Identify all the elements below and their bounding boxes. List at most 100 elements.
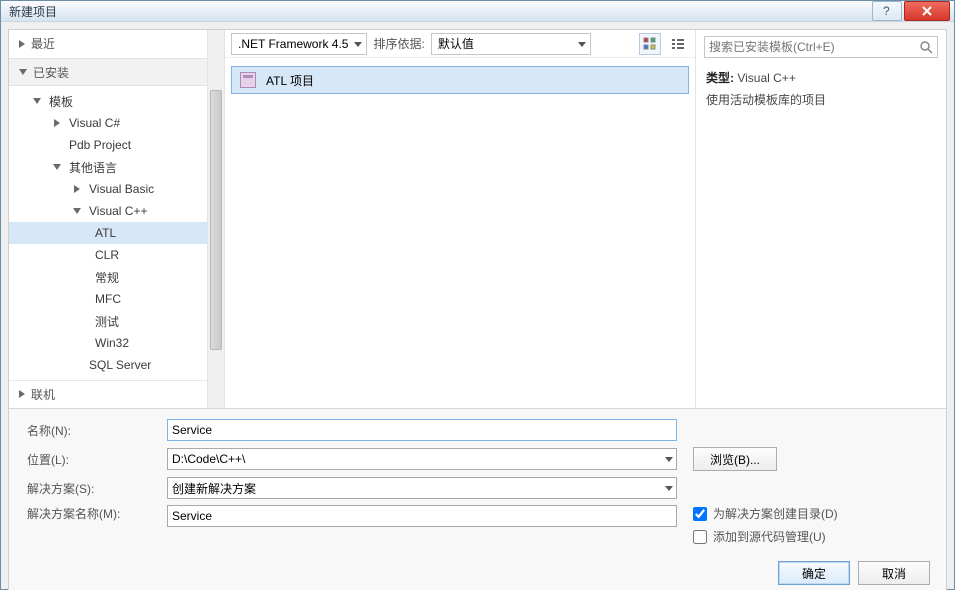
- chevron-right-icon: [54, 119, 60, 127]
- template-tree: 模板 Visual C# Pdb Project 其他语言: [9, 86, 207, 380]
- section-recent[interactable]: 最近: [9, 30, 224, 58]
- checkbox-label: 为解决方案创建目录(D): [713, 505, 838, 522]
- chevron-down-icon: [73, 208, 81, 214]
- grid-icon: [643, 37, 657, 51]
- svg-text:?: ?: [883, 5, 890, 17]
- section-label: 已安装: [33, 64, 69, 81]
- location-input[interactable]: D:\Code\C++\: [167, 448, 677, 470]
- tree-label: 常规: [95, 269, 119, 286]
- window-buttons: ?: [870, 1, 950, 21]
- list-icon: [671, 37, 685, 51]
- center-pane: .NET Framework 4.5 排序依据: 默认值: [225, 30, 696, 408]
- list-toolbar: .NET Framework 4.5 排序依据: 默认值: [225, 30, 695, 58]
- framework-label: .NET Framework 4.5: [238, 37, 348, 51]
- close-icon: [921, 5, 933, 17]
- tree-label: SQL Server: [89, 358, 151, 372]
- options-checks: 为解决方案创建目录(D) 添加到源代码管理(U): [693, 505, 838, 545]
- tree-node-general[interactable]: 常规: [9, 266, 207, 288]
- tree-label: CLR: [95, 248, 119, 262]
- scrollbar-thumb[interactable]: [210, 90, 222, 350]
- question-icon: ?: [881, 5, 893, 17]
- cancel-button[interactable]: 取消: [858, 561, 930, 585]
- upper-pane: 最近 已安装 模板 Visual C#: [9, 30, 946, 408]
- search-templates[interactable]: [704, 36, 938, 58]
- chevron-down-icon: [578, 37, 586, 51]
- checkbox-input[interactable]: [693, 530, 707, 544]
- tree-node-sqlserver[interactable]: SQL Server: [9, 354, 207, 376]
- tree-label: Visual C++: [89, 204, 147, 218]
- form-area: 名称(N): 位置(L): D:\Code\C++\ 浏览(B)... 解决方案…: [9, 408, 946, 590]
- section-online[interactable]: 联机: [9, 380, 224, 408]
- tree-label: 测试: [95, 313, 119, 330]
- view-list-button[interactable]: [667, 33, 689, 55]
- solution-value: 创建新解决方案: [172, 480, 256, 497]
- tree-label: Pdb Project: [69, 138, 131, 152]
- tree-label: 模板: [49, 93, 73, 110]
- tree-node-vcsharp[interactable]: Visual C#: [9, 112, 207, 134]
- tree-node-vb[interactable]: Visual Basic: [9, 178, 207, 200]
- view-thumbnails-button[interactable]: [639, 33, 661, 55]
- browse-button[interactable]: 浏览(B)...: [693, 447, 777, 471]
- chevron-down-icon: [665, 452, 673, 466]
- section-label: 联机: [31, 386, 55, 403]
- type-label: 类型:: [706, 71, 734, 85]
- checkbox-label: 添加到源代码管理(U): [713, 528, 826, 545]
- close-button[interactable]: [904, 1, 950, 21]
- sortby-dropdown[interactable]: 默认值: [431, 33, 591, 55]
- ok-button[interactable]: 确定: [778, 561, 850, 585]
- detail-pane: 类型: Visual C++ 使用活动模板库的项目: [696, 30, 946, 408]
- solution-dropdown[interactable]: 创建新解决方案: [167, 477, 677, 499]
- location-value: D:\Code\C++\: [172, 452, 245, 466]
- tree-label: 其他语言: [69, 159, 117, 176]
- create-directory-checkbox[interactable]: 为解决方案创建目录(D): [693, 505, 838, 522]
- template-list: ATL 项目: [225, 58, 695, 408]
- chevron-right-icon: [19, 390, 25, 398]
- add-source-control-checkbox[interactable]: 添加到源代码管理(U): [693, 528, 838, 545]
- dialog-window: 新建项目 ? 最近 已安装: [0, 0, 955, 590]
- tree-label: ATL: [95, 226, 116, 240]
- sidebar-scrollbar[interactable]: [207, 30, 224, 408]
- chevron-down-icon: [354, 37, 362, 51]
- framework-dropdown[interactable]: .NET Framework 4.5: [231, 33, 367, 55]
- tree-node-test[interactable]: 测试: [9, 310, 207, 332]
- tree-node-templates[interactable]: 模板: [9, 90, 207, 112]
- search-icon: [919, 40, 933, 54]
- tree-node-win32[interactable]: Win32: [9, 332, 207, 354]
- dialog-body: 最近 已安装 模板 Visual C#: [8, 29, 947, 590]
- template-description: 类型: Visual C++ 使用活动模板库的项目: [696, 68, 946, 111]
- template-item-atl[interactable]: ATL 项目: [231, 66, 689, 94]
- window-title: 新建项目: [9, 3, 870, 20]
- tree-node-clr[interactable]: CLR: [9, 244, 207, 266]
- section-label: 最近: [31, 35, 55, 52]
- checkbox-input[interactable]: [693, 507, 707, 521]
- tree-node-atl[interactable]: ATL: [9, 222, 207, 244]
- name-label: 名称(N):: [27, 422, 167, 439]
- tree-label: Visual Basic: [89, 182, 154, 196]
- chevron-down-icon: [665, 481, 673, 495]
- solution-name-input[interactable]: [167, 505, 677, 527]
- titlebar[interactable]: 新建项目 ?: [1, 1, 954, 22]
- sidebar: 最近 已安装 模板 Visual C#: [9, 30, 225, 408]
- search-input[interactable]: [709, 40, 919, 54]
- chevron-down-icon: [33, 98, 41, 104]
- tree-node-mfc[interactable]: MFC: [9, 288, 207, 310]
- tree-label: Visual C#: [69, 116, 120, 130]
- tree-label: Win32: [95, 336, 129, 350]
- dialog-buttons: 确定 取消: [27, 561, 934, 585]
- tree-label: MFC: [95, 292, 121, 306]
- sortby-value: 默认值: [438, 35, 474, 52]
- chevron-down-icon: [19, 69, 27, 75]
- chevron-down-icon: [53, 164, 61, 170]
- name-input[interactable]: [167, 419, 677, 441]
- location-label: 位置(L):: [27, 451, 167, 468]
- section-installed[interactable]: 已安装: [9, 58, 224, 86]
- chevron-right-icon: [19, 40, 25, 48]
- atl-project-icon: [240, 72, 256, 88]
- type-value: Visual C++: [737, 71, 795, 85]
- tree-node-otherlang[interactable]: 其他语言: [9, 156, 207, 178]
- sortby-label: 排序依据:: [373, 35, 424, 52]
- help-button[interactable]: ?: [872, 1, 902, 21]
- tree-node-vcpp[interactable]: Visual C++: [9, 200, 207, 222]
- solution-label: 解决方案(S):: [27, 480, 167, 497]
- tree-node-pdb[interactable]: Pdb Project: [9, 134, 207, 156]
